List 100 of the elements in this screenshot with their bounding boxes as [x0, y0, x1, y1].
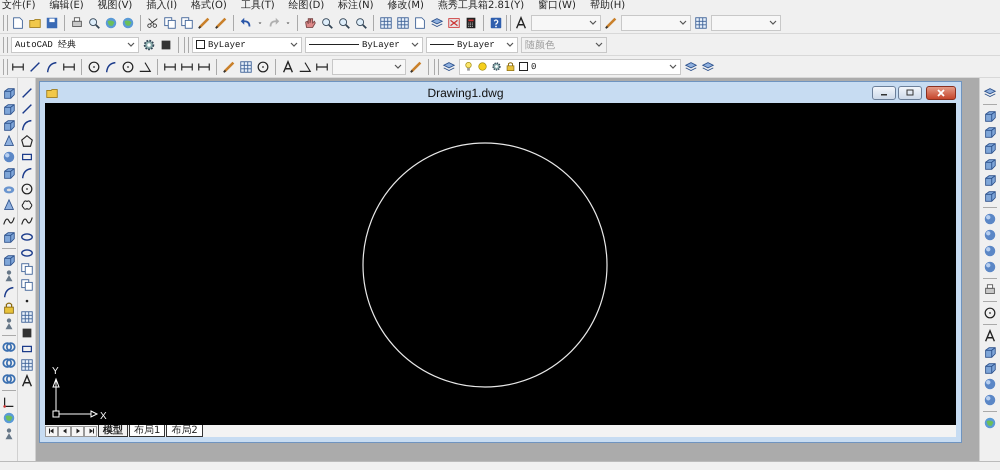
- sphere-icon[interactable]: [983, 228, 997, 242]
- drawing-canvas[interactable]: X Y: [45, 103, 956, 425]
- layers-icon[interactable]: [684, 60, 698, 74]
- line-icon[interactable]: [20, 102, 34, 116]
- line-icon[interactable]: [20, 86, 34, 100]
- restore-button[interactable]: [898, 86, 922, 100]
- calculator-icon[interactable]: [464, 16, 478, 30]
- undo-icon[interactable]: [239, 16, 253, 30]
- layout-tab[interactable]: 布局2: [166, 425, 203, 437]
- minimize-button[interactable]: [872, 86, 896, 100]
- square-icon[interactable]: [159, 38, 173, 52]
- menu-item[interactable]: 视图(V): [98, 0, 132, 12]
- table-style-icon[interactable]: [694, 16, 708, 30]
- table-icon[interactable]: [20, 358, 34, 372]
- globe-icon[interactable]: [983, 416, 997, 430]
- pencil-icon[interactable]: [222, 60, 236, 74]
- scissors-icon[interactable]: [146, 16, 160, 30]
- layout-tab[interactable]: 模型: [98, 425, 128, 437]
- menu-item[interactable]: 工具(T): [240, 0, 275, 12]
- sphere-icon[interactable]: [983, 393, 997, 407]
- cube-icon[interactable]: [2, 230, 16, 244]
- sphere-icon[interactable]: [983, 377, 997, 391]
- cube-icon[interactable]: [983, 361, 997, 375]
- menu-item[interactable]: 绘图(D): [288, 0, 324, 12]
- gear-icon[interactable]: [142, 38, 156, 52]
- close-button[interactable]: [926, 86, 956, 100]
- cube-icon[interactable]: [983, 141, 997, 155]
- tab-scroll-button[interactable]: [84, 426, 97, 436]
- table-icon[interactable]: [379, 16, 393, 30]
- cone-icon[interactable]: [2, 198, 16, 212]
- triangle-icon[interactable]: [983, 329, 997, 343]
- sphere-icon[interactable]: [983, 212, 997, 226]
- table-icon[interactable]: [239, 60, 253, 74]
- rings-icon[interactable]: [2, 372, 16, 386]
- axes-icon[interactable]: [2, 395, 16, 409]
- copy-icon[interactable]: [163, 16, 177, 30]
- printer-icon[interactable]: [70, 16, 84, 30]
- tab-scroll-button[interactable]: [58, 426, 71, 436]
- menu-item[interactable]: 编辑(E): [50, 0, 84, 12]
- help-icon[interactable]: [489, 16, 503, 30]
- layer-dropdown[interactable]: 0: [459, 58, 681, 74]
- triangle-icon[interactable]: [281, 60, 295, 74]
- cube-icon[interactable]: [983, 189, 997, 203]
- layers-icon[interactable]: [983, 86, 997, 100]
- cube-icon[interactable]: [983, 173, 997, 187]
- copy-icon[interactable]: [20, 262, 34, 276]
- hand-icon[interactable]: [303, 16, 317, 30]
- rings-icon[interactable]: [2, 356, 16, 370]
- layers-icon[interactable]: [430, 16, 444, 30]
- cube-icon[interactable]: [983, 109, 997, 123]
- layout-tab[interactable]: 布局1: [129, 425, 166, 437]
- zoom-icon[interactable]: [87, 16, 101, 30]
- angle-icon[interactable]: [298, 60, 312, 74]
- circle-icon[interactable]: [20, 182, 34, 196]
- workspace-dropdown[interactable]: AutoCAD 经典: [11, 36, 139, 52]
- tab-scroll-button[interactable]: [45, 426, 58, 436]
- lineweight-dropdown[interactable]: ByLayer: [426, 36, 518, 52]
- layers-icon[interactable]: [442, 60, 456, 74]
- arc-icon[interactable]: [45, 60, 59, 74]
- copy-icon[interactable]: [180, 16, 194, 30]
- copy-icon[interactable]: [20, 278, 34, 292]
- circle-icon[interactable]: [983, 306, 997, 320]
- printer-icon[interactable]: [983, 283, 997, 297]
- tab-scroll-button[interactable]: [71, 426, 84, 436]
- cube-icon[interactable]: [2, 118, 16, 132]
- pencil-icon[interactable]: [214, 16, 228, 30]
- lock-icon[interactable]: [2, 301, 16, 315]
- sphere-icon[interactable]: [983, 260, 997, 274]
- menu-item[interactable]: 燕秀工具箱2.81(Y): [438, 0, 524, 12]
- zoom-icon[interactable]: [354, 16, 368, 30]
- arc-icon[interactable]: [20, 166, 34, 180]
- cross-icon[interactable]: [447, 16, 461, 30]
- cube-icon[interactable]: [983, 157, 997, 171]
- dimension-style-icon[interactable]: [604, 16, 618, 30]
- cube-icon[interactable]: [2, 86, 16, 100]
- cloud-icon[interactable]: [20, 198, 34, 212]
- arc-icon[interactable]: [2, 285, 16, 299]
- cube-icon[interactable]: [983, 125, 997, 139]
- cube-icon[interactable]: [2, 253, 16, 267]
- cube-icon[interactable]: [983, 345, 997, 359]
- save-icon[interactable]: [45, 16, 59, 30]
- menu-item[interactable]: 格式(O): [191, 0, 227, 12]
- table-icon[interactable]: [20, 310, 34, 324]
- circle-icon[interactable]: [256, 60, 270, 74]
- text-style-icon[interactable]: [514, 16, 528, 30]
- circle-icon[interactable]: [87, 60, 101, 74]
- zoom-icon[interactable]: [337, 16, 351, 30]
- menu-item[interactable]: 插入(I): [146, 0, 178, 12]
- document-icon[interactable]: [413, 16, 427, 30]
- table-icon[interactable]: [396, 16, 410, 30]
- sphere-icon[interactable]: [983, 244, 997, 258]
- rings-icon[interactable]: [2, 340, 16, 354]
- menu-item[interactable]: 帮助(H): [590, 0, 626, 12]
- pencil-icon[interactable]: [409, 60, 423, 74]
- arc-icon[interactable]: [104, 60, 118, 74]
- triangle-icon[interactable]: [20, 374, 34, 388]
- line-icon[interactable]: [28, 60, 42, 74]
- pencil-icon[interactable]: [197, 16, 211, 30]
- cone-icon[interactable]: [2, 134, 16, 148]
- globe-icon[interactable]: [121, 16, 135, 30]
